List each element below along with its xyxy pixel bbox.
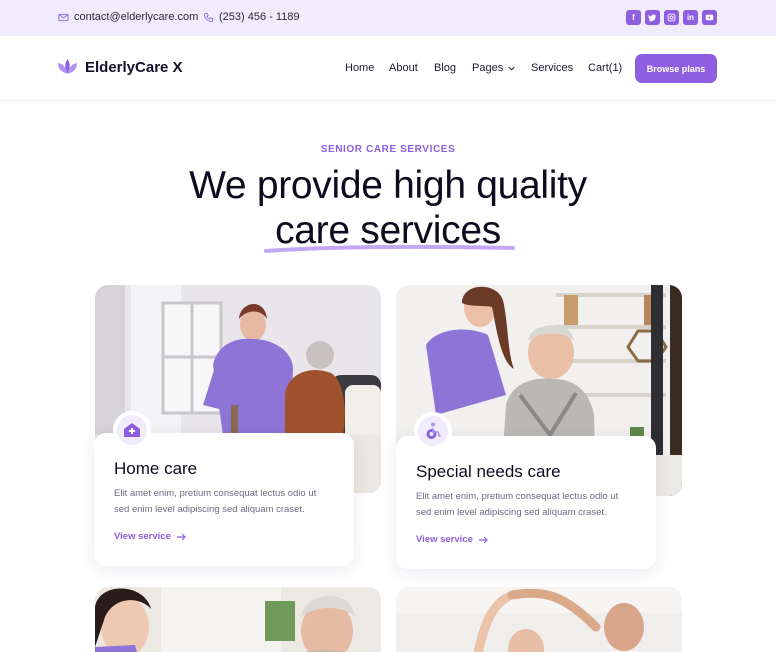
special-needs-view-service-link[interactable]: View service bbox=[416, 534, 488, 545]
home-care-description-line-2: sed enim level adipiscing sed aliquam cr… bbox=[114, 504, 305, 515]
linkedin-icon[interactable]: in bbox=[683, 10, 698, 25]
headline-line-1: We provide high quality bbox=[189, 164, 587, 207]
phone-text: (253) 456 - 1189 bbox=[219, 11, 300, 23]
home-care-description: Elit amet enim, pretium consequat lectus… bbox=[114, 486, 344, 518]
arrow-right-icon bbox=[478, 536, 488, 543]
brand-name: ElderlyCare X bbox=[85, 58, 183, 76]
nav-about[interactable]: About bbox=[389, 62, 418, 74]
lotus-logo-icon bbox=[57, 59, 78, 74]
nav-cart[interactable]: Cart(1) bbox=[588, 62, 622, 74]
home-care-icon-badge bbox=[113, 411, 151, 449]
special-needs-link-label: View service bbox=[416, 534, 473, 545]
instagram-icon[interactable] bbox=[664, 10, 679, 25]
special-needs-care-title: Special needs care bbox=[416, 462, 561, 481]
home-care-title: Home care bbox=[114, 459, 198, 478]
section-eyebrow: SENIOR CARE SERVICES bbox=[320, 144, 456, 155]
special-needs-icon-badge bbox=[414, 412, 452, 450]
nav-blog[interactable]: Blog bbox=[434, 62, 456, 74]
nav-pages[interactable]: Pages bbox=[472, 62, 516, 74]
home-care-description-line-1: Elit amet enim, pretium consequat lectus… bbox=[114, 488, 317, 499]
site-header: ElderlyCare X Home About Blog Pages Serv… bbox=[0, 36, 776, 101]
phone-icon bbox=[204, 12, 214, 22]
contact-phone[interactable]: (253) 456 - 1189 bbox=[203, 11, 300, 23]
top-bar: contact@elderlycare.com (253) 456 - 1189… bbox=[0, 0, 776, 36]
nav-pages-label: Pages bbox=[472, 62, 504, 74]
email-text: contact@elderlycare.com bbox=[74, 11, 199, 23]
social-links: f in bbox=[626, 10, 717, 25]
twitter-icon[interactable] bbox=[645, 10, 660, 25]
headline-underline bbox=[264, 245, 515, 253]
chevron-down-icon bbox=[508, 66, 515, 71]
wheelchair-icon bbox=[426, 422, 441, 439]
contact-email[interactable]: contact@elderlycare.com bbox=[58, 11, 198, 23]
home-care-icon bbox=[124, 423, 140, 437]
youtube-icon[interactable] bbox=[702, 10, 717, 25]
facebook-icon[interactable]: f bbox=[626, 10, 641, 25]
companion-care-photo bbox=[95, 587, 381, 652]
home-care-link-label: View service bbox=[114, 531, 171, 542]
mail-icon bbox=[58, 13, 69, 21]
brand-logo[interactable]: ElderlyCare X bbox=[57, 58, 183, 76]
arrow-right-icon bbox=[176, 533, 186, 540]
nav-services[interactable]: Services bbox=[531, 62, 573, 74]
home-care-view-service-link[interactable]: View service bbox=[114, 531, 186, 542]
browse-plans-button[interactable]: Browse plans bbox=[635, 54, 717, 83]
nav-home[interactable]: Home bbox=[345, 62, 374, 74]
special-needs-description-line-1: Elit amet enim, pretium consequat lectus… bbox=[416, 491, 619, 502]
activity-care-photo bbox=[396, 587, 682, 652]
special-needs-description-line-2: sed enim level adipiscing sed aliquam cr… bbox=[416, 507, 607, 518]
special-needs-care-description: Elit amet enim, pretium consequat lectus… bbox=[416, 489, 646, 521]
